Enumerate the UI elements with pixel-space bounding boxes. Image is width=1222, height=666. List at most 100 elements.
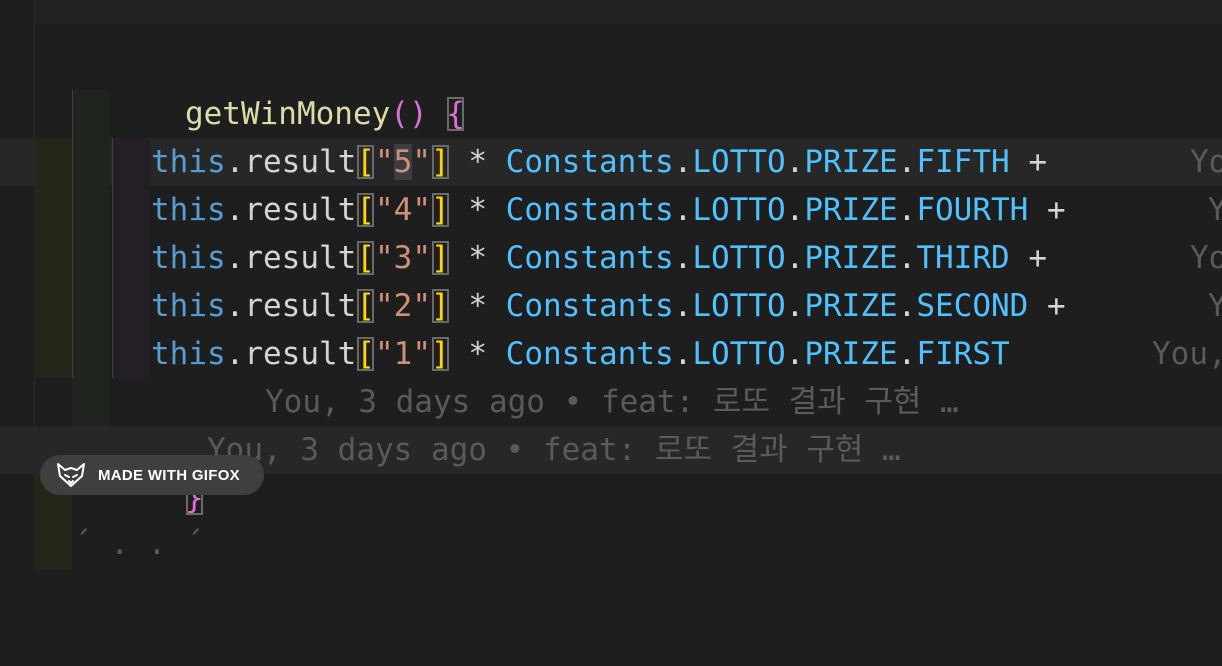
close-bracket: ] xyxy=(431,288,450,324)
class-constants: Constants xyxy=(505,288,674,324)
indent-guide xyxy=(34,282,72,330)
plus-operator: + xyxy=(1028,288,1066,324)
this-keyword: this xyxy=(151,288,226,324)
indent-guide xyxy=(72,234,110,282)
constant-prize-rank: SECOND xyxy=(916,288,1029,324)
multiply-operator: * xyxy=(449,288,506,324)
multiply-operator: * xyxy=(449,144,506,180)
plus-operator: + xyxy=(1009,240,1047,276)
constant-lotto: LOTTO xyxy=(692,336,786,372)
code-line-prize-term[interactable]: this.result["4"] * Constants.LOTTO.PRIZE… xyxy=(0,186,1222,234)
constant-prize: PRIZE xyxy=(804,144,898,180)
constant-prize-rank: FIRST xyxy=(916,336,1010,372)
constant-prize-rank: THIRD xyxy=(916,240,1010,276)
constant-lotto: LOTTO xyxy=(692,240,786,276)
indent-guide xyxy=(72,330,110,378)
constant-prize: PRIZE xyxy=(804,288,898,324)
open-bracket: [ xyxy=(356,144,375,180)
open-bracket: [ xyxy=(356,288,375,324)
class-constants: Constants xyxy=(505,240,674,276)
dot: . xyxy=(785,192,805,228)
indent-guide xyxy=(72,138,110,186)
dot: . xyxy=(225,288,245,324)
string-key: 2 xyxy=(393,288,413,324)
constant-lotto: LOTTO xyxy=(692,192,786,228)
this-keyword: this xyxy=(151,192,226,228)
indent-guide xyxy=(34,234,72,282)
this-keyword: this xyxy=(151,144,226,180)
fox-icon xyxy=(57,463,85,487)
string-quote: " xyxy=(412,240,431,276)
dot: . xyxy=(673,288,693,324)
dot: . xyxy=(225,336,245,372)
indent-guide xyxy=(72,186,110,234)
close-bracket: ] xyxy=(431,240,450,276)
close-bracket: ] xyxy=(431,144,450,180)
constant-prize: PRIZE xyxy=(804,192,898,228)
close-bracket: ] xyxy=(431,336,450,372)
code-line-function-signature[interactable]: getWinMoney() { xyxy=(0,42,1222,186)
multiply-operator: * xyxy=(449,336,506,372)
string-quote: " xyxy=(412,288,431,324)
dot: . xyxy=(673,240,693,276)
constant-prize: PRIZE xyxy=(804,336,898,372)
code-line-prize-term[interactable]: this.result["2"] * Constants.LOTTO.PRIZE… xyxy=(0,282,1222,330)
string-key: 3 xyxy=(393,240,413,276)
dot: . xyxy=(785,288,805,324)
open-bracket: [ xyxy=(356,240,375,276)
code-line-prize-term[interactable]: this.result["5"] * Constants.LOTTO.PRIZE… xyxy=(0,138,1222,186)
property-result: result xyxy=(244,144,357,180)
string-quote: " xyxy=(374,288,394,324)
git-blame-annotation: You, 3 days ago • feat: 로또 결과 구현 … xyxy=(265,384,959,420)
dot: . xyxy=(897,240,917,276)
next-line-partial: ´ . . ´ xyxy=(73,526,204,562)
indent-guide xyxy=(112,282,150,330)
indent-guide xyxy=(34,522,72,570)
this-keyword: this xyxy=(151,240,226,276)
indent-guide xyxy=(72,282,110,330)
open-bracket: [ xyxy=(356,336,375,372)
badge-label: MADE WITH GIFOX xyxy=(98,466,240,484)
previous-line-highlight xyxy=(34,0,1222,24)
class-constants: Constants xyxy=(505,144,674,180)
indent-guide xyxy=(34,330,72,378)
indent-guide xyxy=(34,186,72,234)
indent-guide xyxy=(112,234,150,282)
git-blame-annotation: Y xyxy=(1208,192,1222,228)
string-quote: " xyxy=(412,144,431,180)
dot: . xyxy=(897,144,917,180)
constant-prize-rank: FOURTH xyxy=(916,192,1029,228)
code-line-prize-term[interactable]: this.result["1"] * Constants.LOTTO.PRIZE… xyxy=(0,330,1222,378)
string-quote: " xyxy=(412,192,431,228)
code-line-prize-term[interactable]: this.result["3"] * Constants.LOTTO.PRIZE… xyxy=(0,234,1222,282)
indent-guide xyxy=(112,330,150,378)
constant-prize-rank: FIFTH xyxy=(916,144,1010,180)
code-line-return[interactable]: return ( xyxy=(0,90,1222,234)
dot: . xyxy=(225,144,245,180)
property-result: result xyxy=(244,240,357,276)
code-line-close-paren[interactable]: ); You, 3 days ago • feat: 로또 결과 구현 … xyxy=(0,378,1222,522)
git-blame-annotation: You, xyxy=(1152,336,1222,372)
property-result: result xyxy=(244,336,357,372)
dot: . xyxy=(225,192,245,228)
multiply-operator: * xyxy=(449,240,506,276)
git-blame-annotation: You, 3 days ago • feat: 로또 결과 구현 … xyxy=(207,432,901,468)
string-quote: " xyxy=(374,336,394,372)
dot: . xyxy=(673,144,693,180)
open-bracket: [ xyxy=(356,192,375,228)
property-result: result xyxy=(244,288,357,324)
git-blame-annotation: Yo xyxy=(1190,144,1222,180)
string-key: 5 xyxy=(393,144,413,180)
gifox-badge: MADE WITH GIFOX xyxy=(40,455,264,495)
dot: . xyxy=(785,144,805,180)
string-quote: " xyxy=(412,336,431,372)
indent-guide xyxy=(72,90,110,138)
constant-lotto: LOTTO xyxy=(692,288,786,324)
string-key: 4 xyxy=(393,192,413,228)
property-result: result xyxy=(244,192,357,228)
string-quote: " xyxy=(374,240,394,276)
indent-guide xyxy=(34,138,72,186)
git-blame-annotation: Y xyxy=(1208,288,1222,324)
constant-lotto: LOTTO xyxy=(692,144,786,180)
dot: . xyxy=(785,240,805,276)
